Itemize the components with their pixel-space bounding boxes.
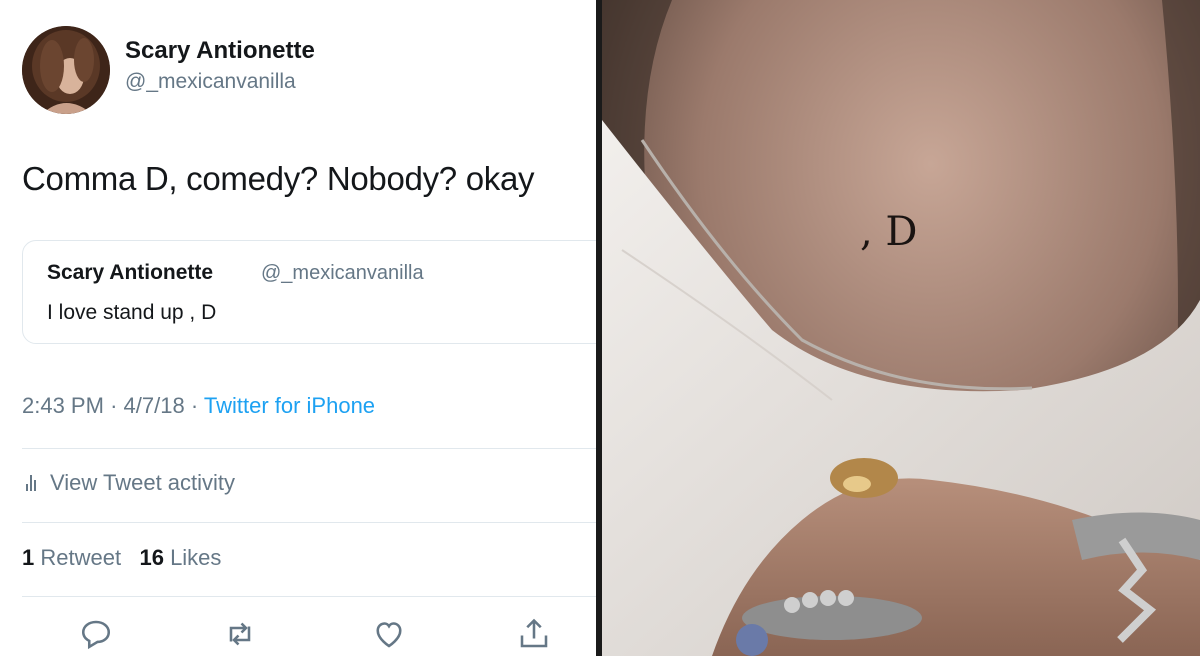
tattoo-photo: , D [602, 0, 1200, 656]
retweet-stat[interactable]: 1 Retweet [22, 545, 127, 570]
tweet-metadata: 2:43 PM · 4/7/18 · Twitter for iPhone [22, 393, 375, 419]
divider [22, 596, 596, 597]
bar-chart-icon [26, 475, 36, 491]
tattoo-text: , D [860, 209, 918, 255]
tweet-text: Comma D, comedy? Nobody? okay [22, 160, 535, 197]
quoted-tweet[interactable]: Scary Antionette @_mexicanvanilla I love… [22, 240, 596, 344]
quoted-tweet-text: I love stand up , D [47, 301, 217, 324]
like-count: 16 [139, 545, 164, 570]
likes-stat[interactable]: 16 Likes [139, 545, 221, 570]
tweet-source-link[interactable]: Twitter for iPhone [204, 393, 375, 418]
tweet-panel: Scary Antionette @_mexicanvanilla Comma … [0, 0, 596, 656]
divider [22, 522, 596, 523]
tweet-action-bar [0, 612, 596, 656]
quoted-author-name: Scary Antionette [47, 261, 214, 284]
likes-label: Likes [170, 545, 222, 570]
retweet-icon[interactable] [222, 616, 258, 652]
view-tweet-activity-button[interactable]: View Tweet activity [22, 470, 235, 496]
retweet-label: Retweet [40, 545, 122, 570]
reply-icon[interactable] [78, 616, 114, 652]
tweet-date: 4/7/18 [123, 393, 185, 418]
divider [22, 448, 596, 449]
retweet-count: 1 [22, 545, 35, 570]
activity-label: View Tweet activity [50, 470, 236, 495]
like-icon[interactable] [371, 616, 407, 652]
author-name[interactable]: Scary Antionette [125, 37, 315, 65]
meta-separator: · [190, 393, 204, 418]
tweet-time: 2:43 PM [22, 393, 104, 418]
engagement-stats: 1 Retweet 16 Likes [22, 545, 221, 571]
meta-separator: · [110, 393, 124, 418]
avatar[interactable] [22, 26, 110, 114]
quoted-author-handle: @_mexicanvanilla [261, 262, 424, 284]
author-handle[interactable]: @_mexicanvanilla [125, 70, 296, 94]
share-icon[interactable] [516, 616, 552, 652]
